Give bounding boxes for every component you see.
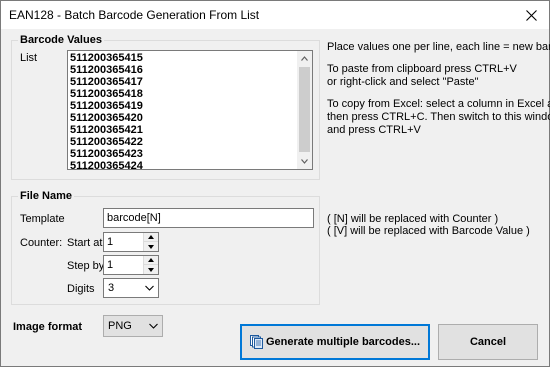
hint-barcode-value: ( [V] will be replaced with Barcode Valu…	[327, 225, 530, 237]
image-format-value: PNG	[108, 320, 132, 332]
start-at-decrement[interactable]	[144, 242, 158, 251]
window-title: EAN128 - Batch Barcode Generation From L…	[9, 8, 260, 22]
list-item: 511200365421	[70, 124, 143, 136]
counter-label: Counter:	[20, 237, 63, 249]
chevron-up-icon	[301, 56, 308, 61]
batch-generation-dialog: EAN128 - Batch Barcode Generation From L…	[0, 0, 550, 367]
list-item: 511200365422	[70, 136, 143, 148]
caret-up-icon	[148, 258, 154, 262]
caret-up-icon	[148, 235, 154, 239]
image-format-select[interactable]: PNG	[103, 315, 163, 337]
scroll-thumb[interactable]	[299, 67, 310, 152]
list-item: 511200365424	[70, 160, 143, 172]
help-line-5: then press CTRL+C. Then switch to this w…	[327, 111, 550, 123]
document-stack-icon	[249, 335, 263, 349]
start-at-increment[interactable]	[144, 233, 158, 242]
list-item: 511200365418	[70, 88, 143, 100]
scroll-up-button[interactable]	[297, 51, 312, 66]
digits-select[interactable]: 3	[103, 278, 159, 298]
list-scrollbar[interactable]	[297, 51, 312, 169]
title-bar: EAN128 - Batch Barcode Generation From L…	[1, 1, 549, 29]
cancel-button[interactable]: Cancel	[438, 324, 538, 360]
help-line-2: To paste from clipboard press CTRL+V	[327, 63, 517, 75]
step-by-spin-buttons	[143, 256, 158, 274]
close-icon	[525, 9, 537, 21]
list-label: List	[20, 52, 38, 64]
generate-button[interactable]: Generate multiple barcodes...	[240, 324, 430, 360]
chevron-down-icon	[145, 285, 154, 291]
template-input[interactable]: barcode[N]	[103, 208, 314, 228]
list-item: 511200365417	[70, 76, 143, 88]
chevron-down-icon	[149, 323, 158, 329]
step-by-value: 1	[107, 259, 114, 271]
step-by-stepper[interactable]: 1	[103, 255, 159, 275]
digits-value: 3	[108, 282, 115, 294]
help-line-3: or right-click and select "Paste"	[327, 76, 479, 88]
close-button[interactable]	[513, 1, 549, 29]
chevron-down-icon	[301, 159, 308, 164]
list-item: 511200365423	[70, 148, 143, 160]
start-at-stepper[interactable]: 1	[103, 232, 159, 252]
step-by-increment[interactable]	[144, 256, 158, 265]
template-label: Template	[20, 213, 65, 225]
start-at-label: Start at	[67, 237, 103, 249]
list-item: 511200365419	[70, 100, 143, 112]
step-by-decrement[interactable]	[144, 265, 158, 274]
help-line-6: and press CTRL+V	[327, 124, 421, 136]
help-line-1: Place values one per line, each line = n…	[327, 41, 550, 53]
help-line-4: To copy from Excel: select a column in E…	[327, 98, 550, 110]
start-at-spin-buttons	[143, 233, 158, 251]
barcode-values-group-title: Barcode Values	[18, 34, 104, 46]
caret-down-icon	[148, 244, 154, 249]
file-name-group-title: File Name	[18, 190, 74, 202]
list-item: 511200365415	[70, 52, 143, 64]
list-item: 511200365416	[70, 64, 143, 76]
generate-button-label: Generate multiple barcodes...	[265, 336, 421, 348]
list-item: 511200365420	[70, 112, 143, 124]
start-at-value: 1	[107, 236, 114, 248]
barcode-values-lines: 511200365415 511200365416 511200365417 5112…	[70, 52, 143, 172]
cancel-button-label: Cancel	[469, 336, 507, 348]
scroll-down-button[interactable]	[297, 154, 312, 169]
step-by-label: Step by	[67, 260, 105, 272]
caret-down-icon	[148, 267, 154, 272]
image-format-label: Image format	[13, 321, 83, 333]
barcode-values-list[interactable]: 511200365415 511200365416 511200365417 5112…	[67, 50, 313, 172]
digits-label: Digits	[67, 283, 95, 295]
